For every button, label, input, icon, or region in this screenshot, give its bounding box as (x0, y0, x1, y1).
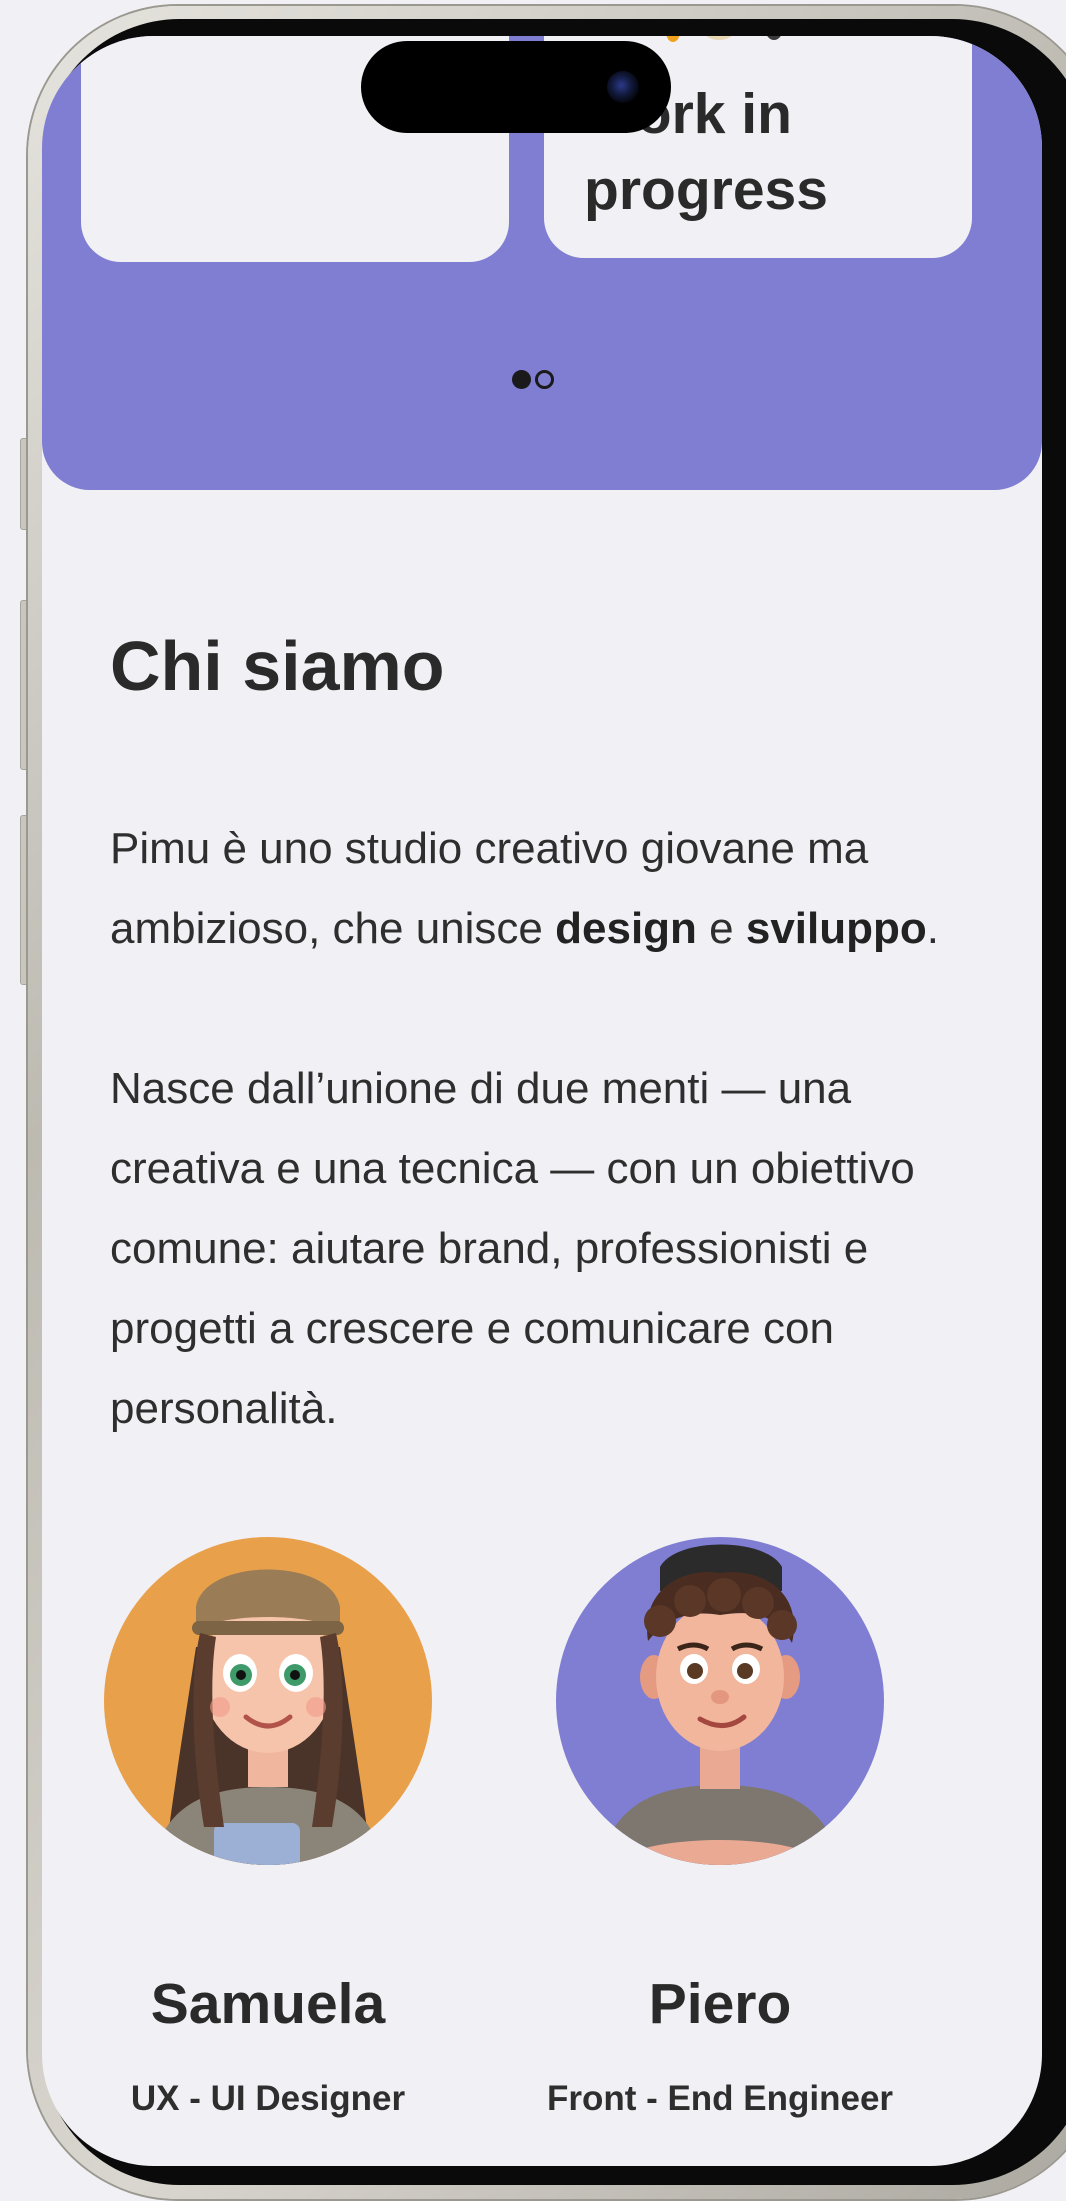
team-member-role: UX - UI Designer (130, 2079, 406, 2118)
team-member-card: Samuela UX - UI Designer (58, 1537, 478, 2118)
dynamic-island (361, 41, 671, 133)
app-screenshot: Work in progress Chi siamo Pimu è uno st… (0, 0, 1066, 2201)
team-member-name: Piero (648, 1972, 792, 2036)
construction-emoji-icon (666, 36, 786, 44)
about-intro-text: . (926, 904, 939, 953)
about-intro-paragraph: Pimu è uno studio creativo giovane ma am… (110, 809, 990, 969)
about-intro-bold-development: sviluppo (745, 904, 927, 953)
pagination-dot[interactable] (535, 370, 554, 389)
avatar (556, 1537, 884, 1865)
samuela-avatar-illustration (104, 1537, 432, 1865)
about-intro-text: e (696, 904, 746, 953)
phone-screen: Work in progress Chi siamo Pimu è uno st… (42, 36, 1042, 2166)
about-section-title: Chi siamo (110, 627, 445, 705)
team-member-name: Samuela (150, 1972, 386, 2036)
about-intro-bold-design: design (555, 904, 697, 953)
team-member-card: Piero Front - End Engineer (510, 1537, 930, 2118)
team-member-role: Front - End Engineer (546, 2079, 894, 2118)
avatar (104, 1537, 432, 1865)
front-camera-icon (607, 71, 639, 103)
pagination-dot-active[interactable] (512, 370, 531, 389)
piero-avatar-illustration (556, 1537, 884, 1865)
about-body-paragraph: Nasce dall’unione di due menti — una cre… (110, 1064, 915, 1433)
carousel-pagination (512, 370, 554, 389)
